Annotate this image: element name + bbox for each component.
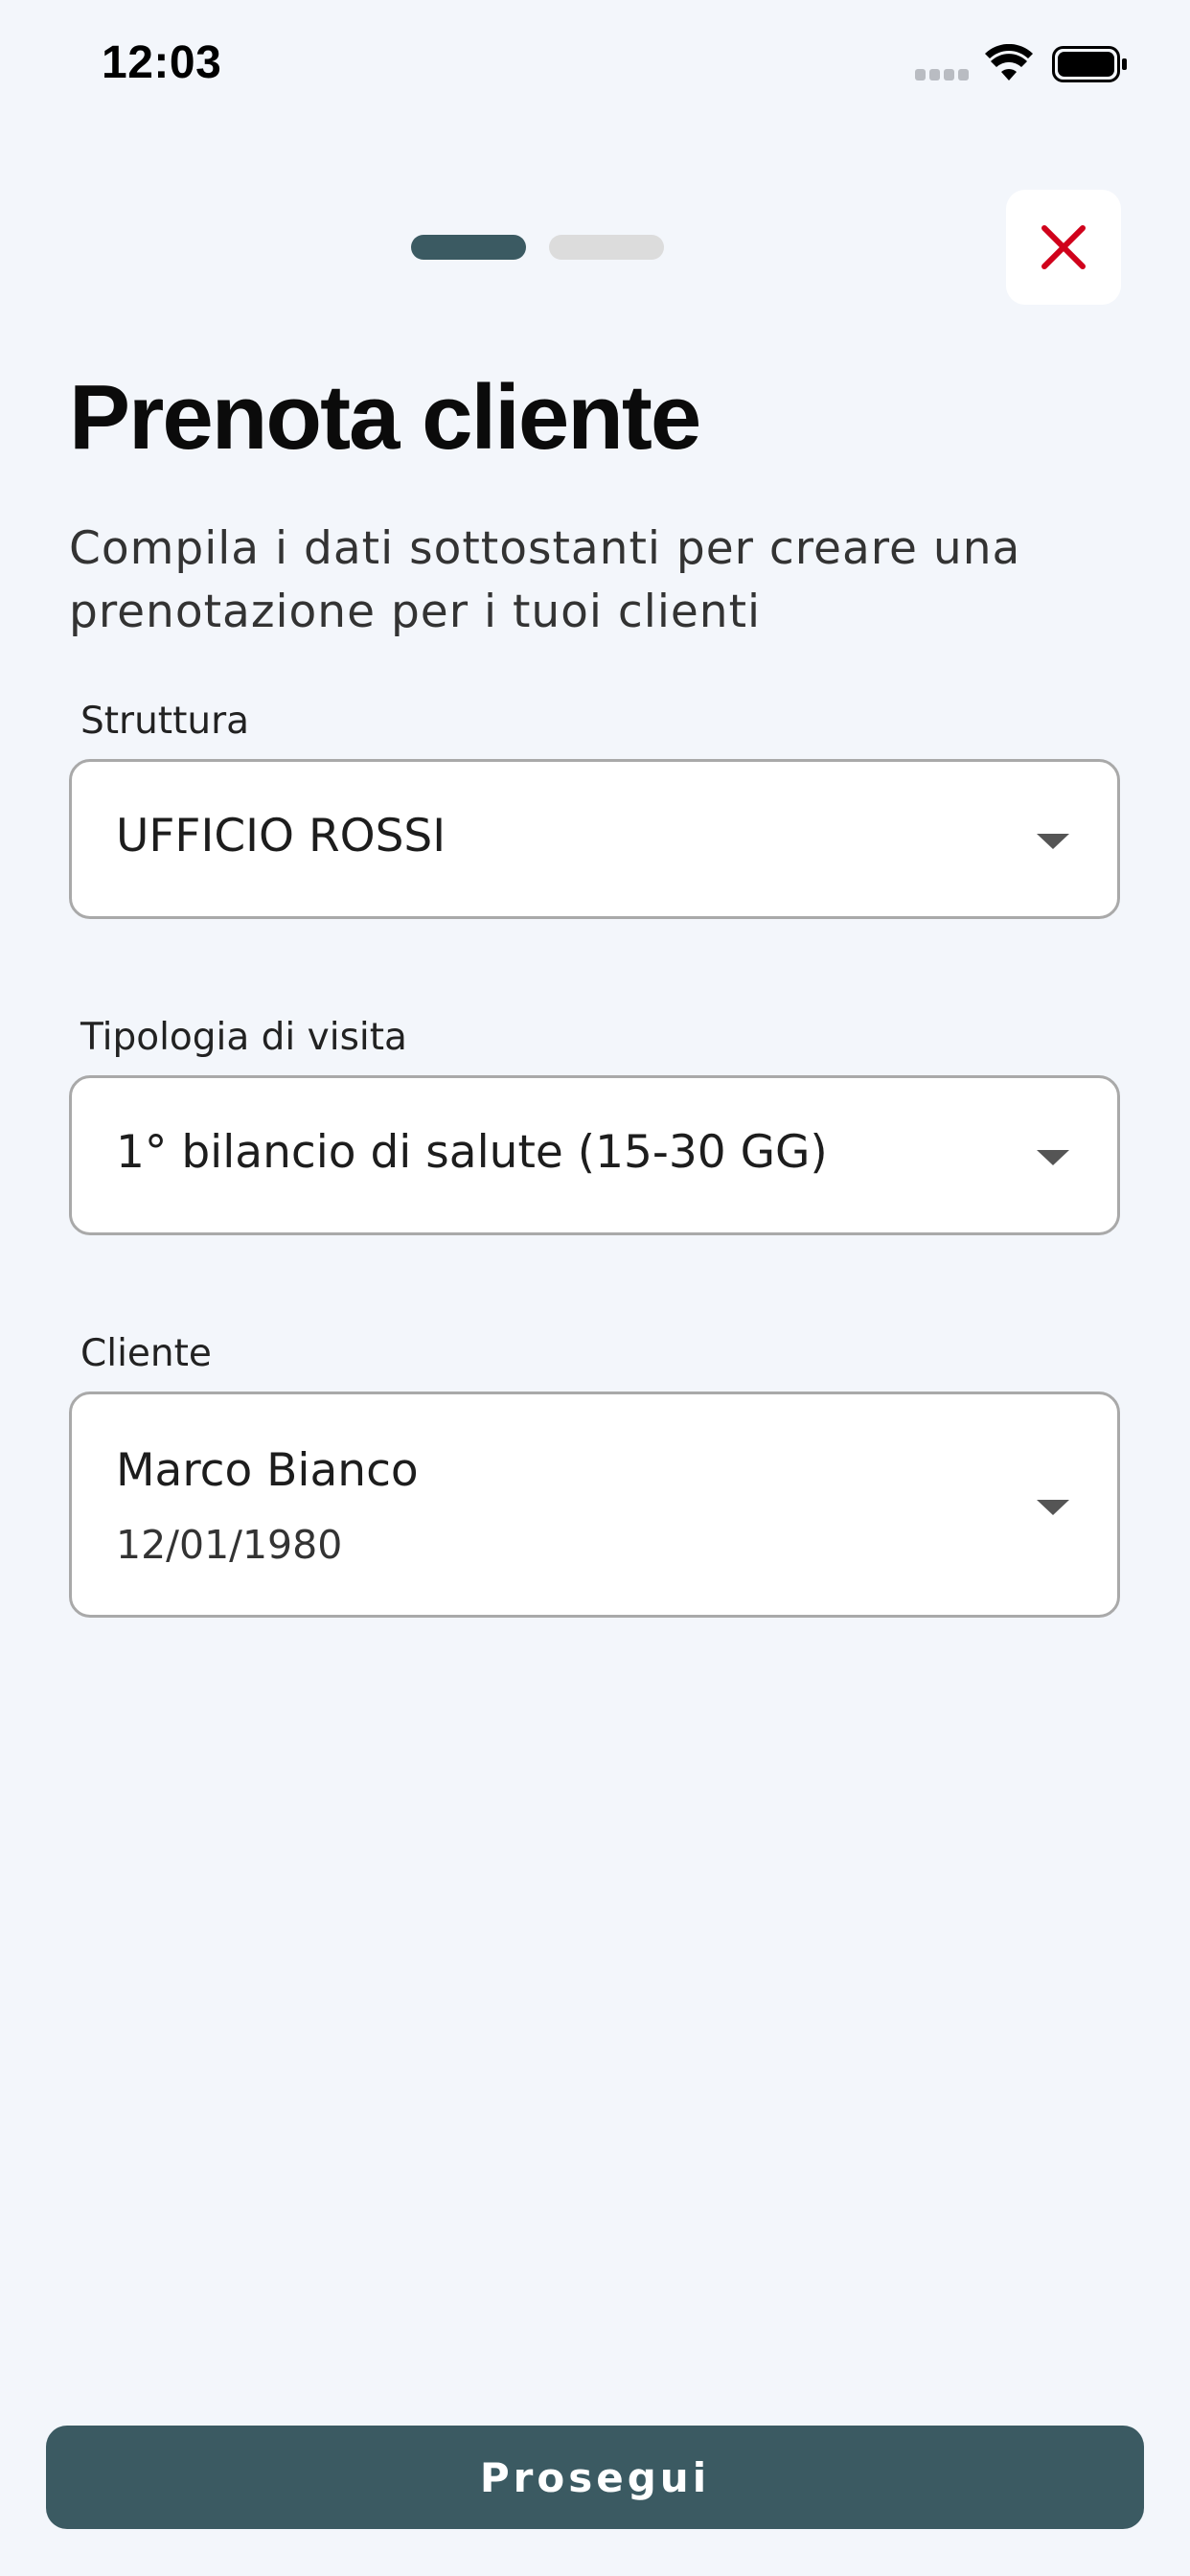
page-title: Prenota cliente	[69, 366, 701, 469]
struttura-label: Struttura	[80, 700, 250, 743]
close-icon	[1041, 225, 1086, 269]
struttura-value: UFFICIO ROSSI	[116, 810, 446, 862]
cliente-birthdate: 12/01/1980	[116, 1522, 343, 1568]
chevron-down-icon	[1037, 1150, 1069, 1165]
cliente-select[interactable]: Marco Bianco 12/01/1980	[69, 1392, 1120, 1618]
chevron-down-icon	[1037, 1500, 1069, 1515]
tipologia-value: 1° bilancio di salute (15-30 GG)	[116, 1126, 828, 1179]
close-button[interactable]	[1006, 190, 1121, 305]
signal-icon	[915, 69, 969, 80]
continue-button[interactable]: Prosegui	[46, 2426, 1144, 2529]
wifi-icon	[985, 44, 1033, 80]
progress-step-2	[549, 235, 664, 260]
status-time: 12:03	[102, 37, 222, 88]
page-subtitle: Compila i dati sottostanti per creare un…	[69, 522, 1021, 638]
step-progress-indicator	[411, 235, 664, 260]
progress-step-1	[411, 235, 526, 260]
tipologia-label: Tipologia di visita	[80, 1016, 407, 1059]
battery-icon	[1052, 46, 1127, 82]
cliente-name: Marco Bianco	[116, 1444, 419, 1497]
struttura-select[interactable]: UFFICIO ROSSI	[69, 759, 1120, 919]
cliente-label: Cliente	[80, 1332, 212, 1375]
status-bar: 12:03	[0, 0, 1190, 134]
tipologia-select[interactable]: 1° bilancio di salute (15-30 GG)	[69, 1075, 1120, 1235]
chevron-down-icon	[1037, 834, 1069, 849]
